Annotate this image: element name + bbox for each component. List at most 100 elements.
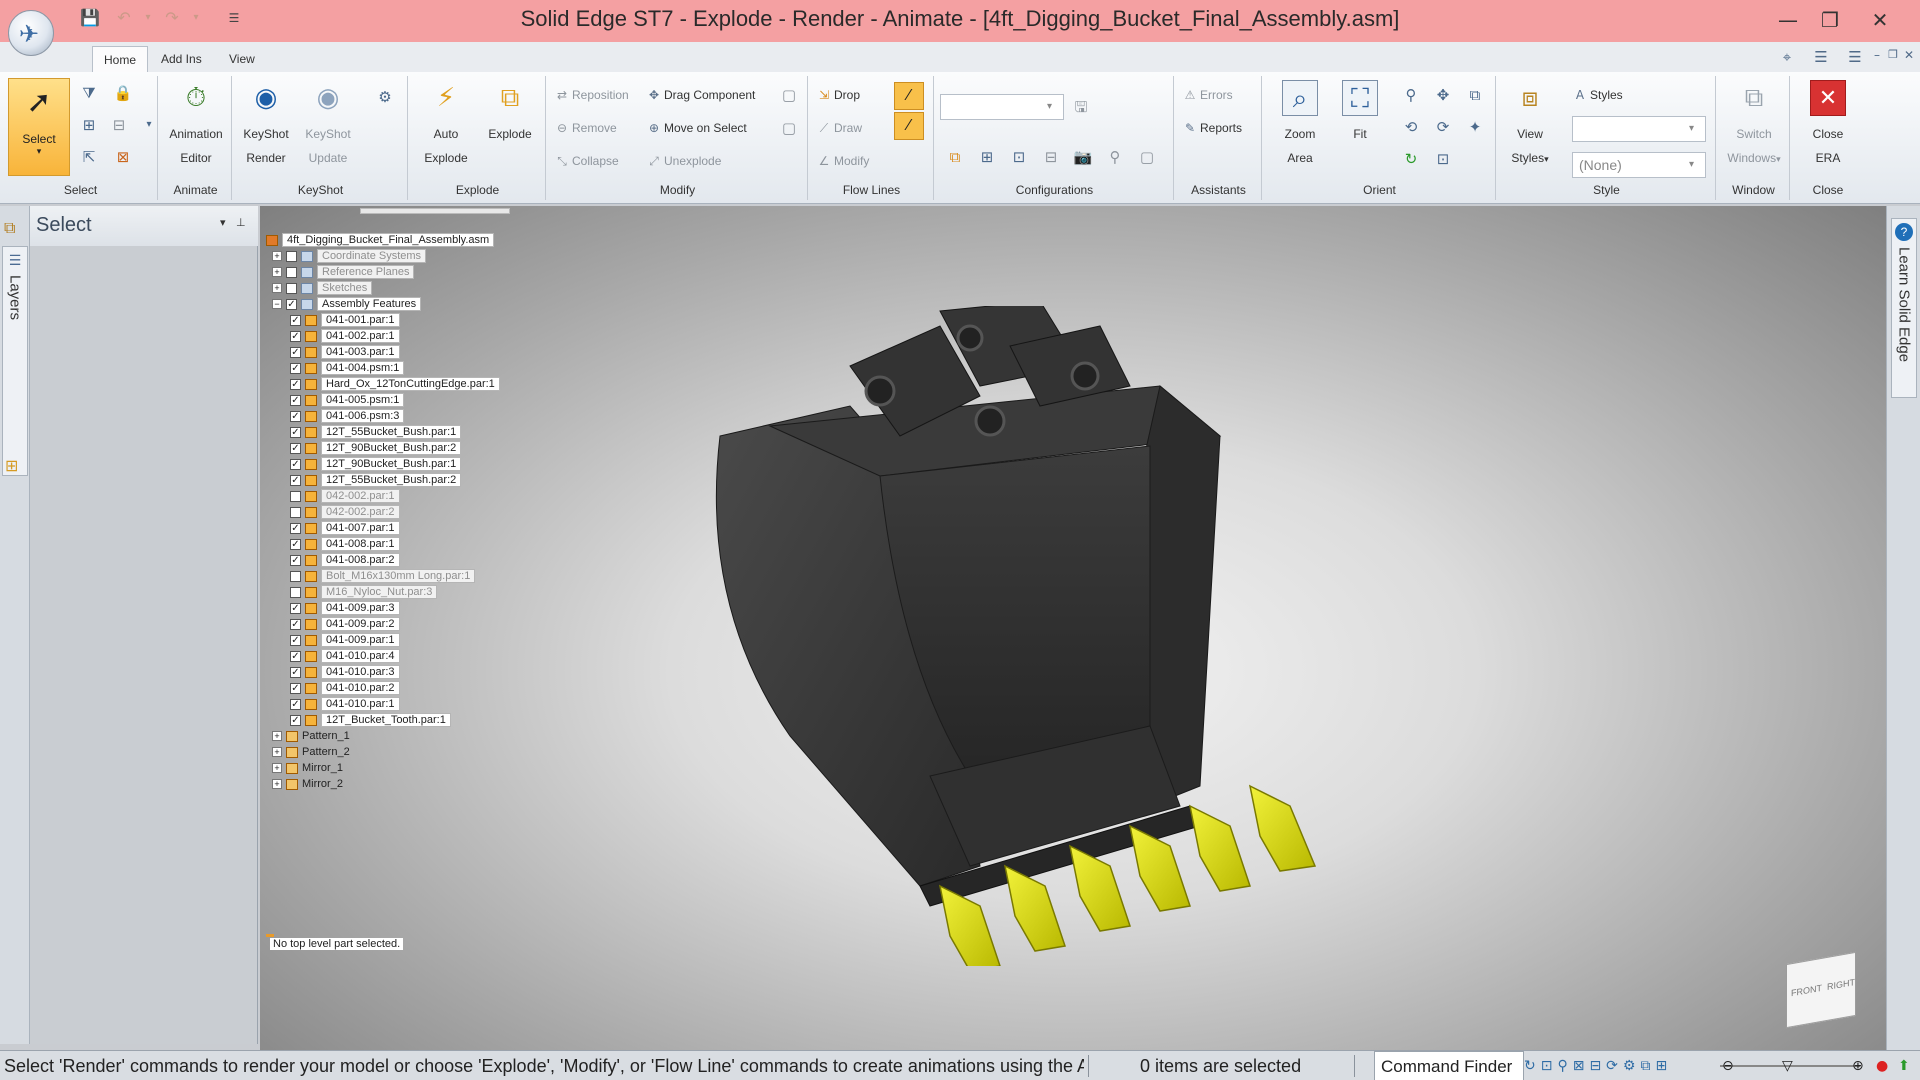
tree-root[interactable]: 4ft_Digging_Bucket_Final_Assembly.asm [266,232,566,248]
tree-checkbox[interactable]: ✓ [290,410,301,422]
tree-part-row[interactable]: ✓ 12T_55Bucket_Bush.par:1 [290,424,566,440]
tree-part-row[interactable]: ✓ 12T_90Bucket_Bush.par:2 [290,440,566,456]
keyshot-render-button[interactable]: ◉ KeyShot Render [236,76,296,170]
keyshot-settings-icon[interactable]: ⚙ [374,86,396,108]
tree-checkbox[interactable]: ✓ [290,314,301,326]
tree-checkbox[interactable]: ✓ [290,378,301,390]
pathfinder-resize-handle[interactable] [360,208,510,214]
tree-checkbox[interactable]: ✓ [290,618,301,630]
tree-checkbox[interactable]: ✓ [290,666,301,678]
auto-explode-button[interactable]: ⚡ Auto Explode [416,76,476,170]
sketch-view-icon[interactable]: ⧉ [1464,84,1486,106]
style-dropdown-2[interactable]: (None) ▾ [1572,152,1706,178]
explode-button[interactable]: ⧉ Explode [480,76,540,146]
common-views-icon[interactable]: ✦ [1464,116,1486,138]
remove-button[interactable]: ⊖ Remove [552,117,617,139]
document-windows-icon[interactable]: ☰ [1844,48,1866,68]
fit-button[interactable]: ⛶ Fit [1330,76,1390,146]
close-window-button[interactable]: ✕ [1860,4,1900,36]
command-finder-input[interactable]: Command Finder [1374,1051,1524,1080]
tree-part-row[interactable]: M16_Nyloc_Nut.par:3 [290,584,566,600]
collapse-button[interactable]: ⤡ Collapse [552,150,619,172]
tree-checkbox[interactable]: ✓ [290,426,301,438]
tree-checkbox[interactable]: ✓ [290,458,301,470]
select-button[interactable]: ➚ Select ▾ [8,78,70,176]
keyshot-update-button[interactable]: ◉ KeyShot Update [298,76,358,170]
tree-checkbox[interactable]: ✓ [286,298,297,310]
camera-icon[interactable]: 📷 [1072,146,1094,168]
tree-top-node[interactable]: + Coordinate Systems [272,248,566,264]
expand-icon[interactable]: + [272,283,282,294]
config-tool-1-icon[interactable]: ⧉ [944,146,966,168]
view-tools-icons[interactable]: ↻⊡⚲⊠⊟⟳⚙⧉⊞ [1524,1051,1672,1080]
rotate-icon[interactable]: ⟲ [1400,116,1422,138]
filter-icon[interactable]: ⧩ [78,82,100,104]
flow-line-toggle-1[interactable]: ⁄ [894,82,924,110]
tree-checkbox[interactable]: ✓ [290,330,301,342]
tree-feature-row[interactable]: + Pattern_1 [272,728,566,744]
tree-checkbox[interactable] [290,490,301,502]
zoom-area-button[interactable]: ⌕ Zoom Area [1270,76,1330,170]
learn-solid-edge-tab[interactable]: ? Learn Solid Edge [1891,218,1917,398]
tree-part-row[interactable]: 042-002.par:1 [290,488,566,504]
zoom-icon[interactable]: ⚲ [1400,84,1422,106]
view-cube[interactable]: FRONT RIGHT [1786,951,1856,1029]
refresh-view-icon[interactable]: ↻ [1400,148,1422,170]
config-tool-3-icon[interactable]: ⊡ [1008,146,1030,168]
reports-button[interactable]: ✎ Reports [1180,117,1242,139]
layers-tab[interactable]: ☰ Layers [2,246,28,476]
tree-checkbox[interactable] [290,586,301,598]
draw-button[interactable]: ⟋ Draw [814,117,862,139]
doc-close-icon[interactable]: ✕ [1898,48,1920,68]
errors-button[interactable]: ⚠ Errors [1180,84,1233,106]
tree-feature-row[interactable]: + Mirror_1 [272,760,566,776]
tree-feature-row[interactable]: + Mirror_2 [272,776,566,792]
styles-button[interactable]: A Styles [1570,84,1623,106]
tree-checkbox[interactable]: ✓ [290,554,301,566]
tree-checkbox[interactable] [286,282,297,294]
graphics-viewport[interactable]: 4ft_Digging_Bucket_Final_Assembly.asm + C… [260,206,1886,1050]
quickpick-icon[interactable]: ⇱ [78,146,100,168]
view-cube-right[interactable]: RIGHT [1827,977,1855,992]
tree-part-row[interactable]: ✓ 041-007.par:1 [290,520,566,536]
tree-checkbox[interactable] [286,250,297,262]
ribbon-options-icon[interactable]: ☰ [1810,48,1832,68]
tree-checkbox[interactable]: ✓ [290,650,301,662]
config-tool-4-icon[interactable]: ⊟ [1040,146,1062,168]
animation-editor-button[interactable]: ⏱ Animation Editor [166,76,226,170]
stop-icon[interactable]: ● [1876,1051,1888,1080]
switch-windows-button[interactable]: ⧉ Switch Windows▾ [1724,76,1784,171]
tree-checkbox[interactable]: ✓ [290,538,301,550]
tab-view[interactable]: View [218,46,266,72]
tree-part-row[interactable]: ✓ 041-002.par:1 [290,328,566,344]
zoom-in-icon[interactable]: ⊕ [1852,1051,1864,1080]
tree-part-row[interactable]: ✓ 041-008.par:2 [290,552,566,568]
zoom-out-icon[interactable]: ⊖ [1722,1051,1734,1080]
config-tool-7-icon[interactable]: ▢ [1136,146,1158,168]
tree-part-row[interactable]: ✓ 041-010.par:4 [290,648,566,664]
tree-part-row[interactable]: ✓ 041-010.par:2 [290,680,566,696]
tree-checkbox[interactable]: ✓ [290,602,301,614]
pin-icon[interactable]: ⌖ [1776,48,1798,68]
tree-checkbox[interactable]: ✓ [290,714,301,726]
tree-part-row[interactable]: ✓ 041-003.par:1 [290,344,566,360]
select-tool-icon[interactable]: ⊞ [78,114,100,136]
style-dropdown-1[interactable]: ▾ [1572,116,1706,142]
close-era-button[interactable]: ✕ Close ERA [1798,76,1858,170]
expand-icon[interactable]: + [272,251,282,262]
expand-icon[interactable]: − [272,299,282,310]
tree-checkbox[interactable] [286,266,297,278]
tree-checkbox[interactable]: ✓ [290,442,301,454]
tree-checkbox[interactable]: ✓ [290,362,301,374]
expand-icon[interactable]: + [272,267,282,278]
tree-top-node[interactable]: + Sketches [272,280,566,296]
restore-button[interactable]: ❐ [1810,4,1850,36]
tree-part-row[interactable]: ✓ 041-010.par:3 [290,664,566,680]
tree-part-row[interactable]: ✓ 041-004.psm:1 [290,360,566,376]
move-on-select-button[interactable]: ⊕ Move on Select [644,117,747,139]
zoom-slider-thumb[interactable]: ▽ [1782,1051,1793,1080]
save-configuration-icon[interactable]: 🖫 [1070,96,1092,118]
tree-part-row[interactable]: ✓ 041-005.psm:1 [290,392,566,408]
tree-part-row[interactable]: ✓ 041-006.psm:3 [290,408,566,424]
modify-option-1-icon[interactable]: ▢ [778,84,800,106]
